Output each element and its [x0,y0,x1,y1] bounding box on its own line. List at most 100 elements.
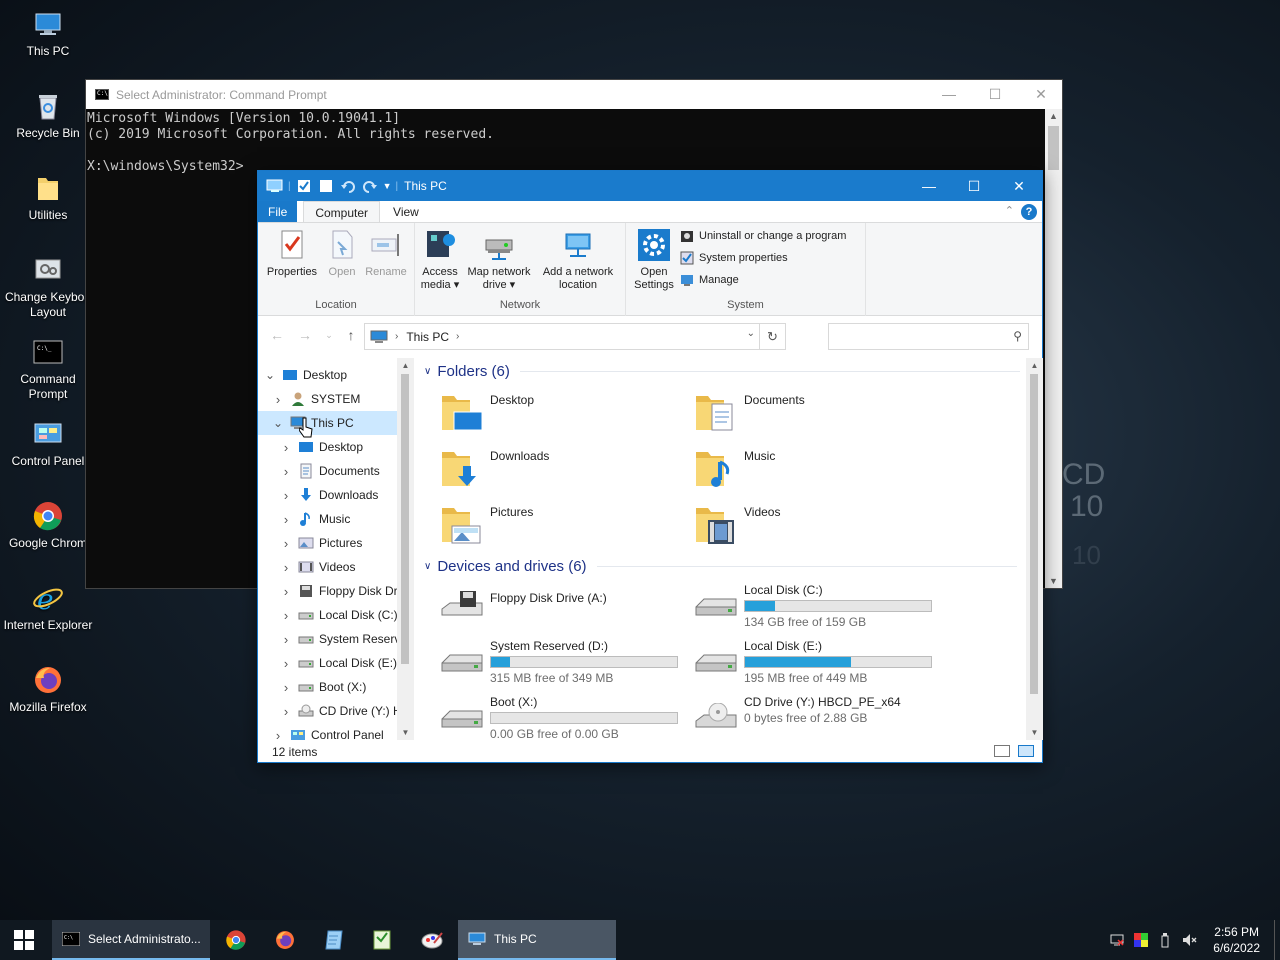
scroll-up-arrow-icon[interactable]: ▲ [397,361,414,370]
nav-tree-item[interactable]: › Videos [258,555,356,579]
folder-item[interactable]: Music [694,446,934,498]
forward-arrow-icon[interactable]: → [296,327,314,343]
properties-check-icon[interactable] [295,178,313,194]
collapsed-chevron-icon[interactable]: › [278,608,294,623]
maximize-button[interactable]: ☐ [951,171,997,201]
cmd-output[interactable]: Microsoft Windows [Version 10.0.19041.1]… [86,109,1062,175]
nav-tree-item[interactable]: › Local Disk (C:) [258,603,398,627]
tab-view[interactable]: View [382,201,430,222]
details-view-icon[interactable] [994,745,1010,757]
network-icon[interactable] [1109,932,1125,948]
nav-tree-item[interactable]: › SYSTEM [258,387,361,411]
manage-button[interactable]: Manage [680,273,739,287]
folder-item[interactable]: Downloads [440,446,680,498]
file-explorer-window[interactable]: | ▼ | This PC — ☐ ✕ File Computer View ⌃… [257,170,1043,763]
collapsed-chevron-icon[interactable]: › [278,656,294,671]
folder-item[interactable]: Videos [694,502,934,554]
content-scrollbar[interactable]: ▲ ▼ [1026,358,1043,740]
start-button[interactable] [0,920,48,960]
taskbar-command-prompt[interactable]: C:\ Select Administrato... [52,920,210,960]
taskbar-paint[interactable] [408,920,456,960]
search-box[interactable]: ⚲ [828,323,1029,350]
folder-item[interactable]: Documents [694,390,934,442]
collapse-chevron-icon[interactable]: ∨ [424,366,431,377]
help-icon[interactable]: ? [1021,204,1037,220]
nav-tree-item[interactable]: › Pictures [258,531,363,555]
nav-tree-item[interactable]: › Documents [258,459,380,483]
maximize-button[interactable]: ☐ [972,80,1018,109]
folder-item[interactable]: Pictures [440,502,680,554]
up-arrow-icon[interactable]: ↑ [342,327,360,343]
desktop-icon-command-prompt[interactable]: C:\_ Command Prompt [0,336,96,402]
back-arrow-icon[interactable]: ← [268,327,286,343]
desktop-icon-mozilla-firefox[interactable]: Mozilla Firefox [0,664,96,715]
map-network-drive-button[interactable]: Map network drive ▾ [463,228,535,292]
address-bar[interactable]: › This PC › ⌄ ↻ [364,323,786,350]
nav-tree-item[interactable]: › Boot (X:) [258,675,367,699]
address-dropdown-icon[interactable]: ⌄ [747,328,755,339]
nav-tree-item[interactable]: ⌄ Desktop [258,363,347,387]
cmd-title-bar[interactable]: C:\ Select Administrator: Command Prompt… [86,80,1062,109]
nav-tree-item[interactable]: › System Reserve [258,627,407,651]
collapsed-chevron-icon[interactable]: › [278,464,294,479]
breadcrumb-this-pc[interactable]: This PC [406,330,449,344]
expanded-chevron-icon[interactable]: ⌄ [262,368,278,382]
collapsed-chevron-icon[interactable]: › [278,704,294,719]
collapse-chevron-icon[interactable]: ∨ [424,561,431,572]
taskbar-text-editor[interactable] [358,920,406,960]
tab-computer[interactable]: Computer [303,201,381,222]
drive-item[interactable]: System Reserved (D:) 315 MB free of 349 M… [440,639,690,691]
scroll-down-arrow-icon[interactable]: ▼ [1026,728,1043,737]
folders-group-header[interactable]: ∨ Folders (6) [424,363,1020,380]
taskbar-notepad[interactable] [310,920,358,960]
display-color-icon[interactable] [1133,932,1149,948]
show-desktop-button[interactable] [1274,920,1280,960]
undo-icon[interactable] [339,178,357,194]
collapsed-chevron-icon[interactable]: › [270,392,286,407]
scroll-up-arrow-icon[interactable]: ▲ [1026,361,1043,370]
system-properties-button[interactable]: System properties [680,251,788,265]
open-button[interactable]: Open [324,228,360,279]
desktop-icon-control-panel[interactable]: Control Panel [0,418,96,469]
desktop-icon-google-chrome[interactable]: Google Chrom [0,500,96,551]
scroll-up-arrow-icon[interactable]: ▲ [1045,111,1062,121]
minimize-button[interactable]: — [906,171,952,201]
minimize-button[interactable]: — [926,80,972,109]
taskbar-chrome[interactable] [212,920,260,960]
properties-button[interactable]: Properties [265,228,319,279]
expanded-chevron-icon[interactable]: ⌄ [270,416,286,430]
large-icons-view-icon[interactable] [1018,745,1034,757]
collapsed-chevron-icon[interactable]: › [278,536,294,551]
desktop-icon-recycle-bin[interactable]: Recycle Bin [0,90,96,141]
scroll-down-arrow-icon[interactable]: ▼ [397,728,414,737]
nav-tree-item[interactable]: ⌄ This PC [258,411,397,435]
volume-muted-icon[interactable] [1181,932,1197,948]
scroll-thumb[interactable] [401,374,409,664]
breadcrumb-separator-icon[interactable]: › [456,331,459,342]
redo-icon[interactable] [361,178,379,194]
close-button[interactable]: ✕ [1018,80,1064,109]
open-settings-button[interactable]: Open Settings [630,228,678,292]
collapsed-chevron-icon[interactable]: › [278,584,294,599]
drive-item[interactable]: Local Disk (C:) 134 GB free of 159 GB [694,583,944,635]
recent-locations-icon[interactable]: ⌄ [320,330,338,341]
nav-tree-item[interactable]: › Music [258,507,351,531]
taskbar-file-explorer[interactable]: This PC [458,920,616,960]
nav-tree-item[interactable]: › Control Panel [258,723,384,742]
collapsed-chevron-icon[interactable]: › [278,440,294,455]
desktop-icon-utilities[interactable]: Utilities [0,172,96,223]
desktop-icon-change-keyboard[interactable]: Change Keyboa Layout [0,254,96,320]
cmd-scrollbar[interactable]: ▲ ▼ [1045,109,1062,588]
access-media-button[interactable]: Access media ▾ [419,228,461,292]
nav-pane-scrollbar[interactable]: ▲ ▼ [397,358,414,740]
breadcrumb-separator-icon[interactable]: › [395,331,398,342]
new-folder-icon[interactable] [317,178,335,194]
drives-group-header[interactable]: ∨ Devices and drives (6) [424,558,1017,575]
collapse-ribbon-icon[interactable]: ⌃ [1005,204,1014,217]
scroll-thumb[interactable] [1048,126,1059,170]
drive-item[interactable]: Boot (X:) 0.00 GB free of 0.00 GB [440,695,690,741]
refresh-icon[interactable]: ↻ [759,324,785,349]
desktop-icon-this-pc[interactable]: This PC [0,8,96,59]
collapsed-chevron-icon[interactable]: › [270,728,286,742]
add-network-location-button[interactable]: Add a network location [537,228,619,292]
